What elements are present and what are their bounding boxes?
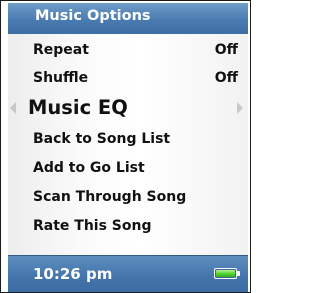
menu-item-label: Rate This Song — [33, 218, 152, 234]
menu-item-repeat[interactable]: Repeat Off — [8, 36, 248, 64]
menu-item-label: Scan Through Song — [33, 189, 187, 205]
menu-item-rate-this-song[interactable]: Rate This Song — [8, 212, 248, 240]
menu-item-label: Add to Go List — [33, 160, 145, 176]
device-frame: Music Options Repeat Off Shuffle Off Mus… — [0, 0, 251, 293]
menu-item-label: Back to Song List — [33, 131, 171, 147]
page-title: Music Options — [35, 8, 151, 24]
menu-item-add-to-go-list[interactable]: Add to Go List — [8, 154, 248, 182]
menu-item-back-to-song-list[interactable]: Back to Song List — [8, 125, 248, 153]
menu-item-shuffle[interactable]: Shuffle Off — [8, 64, 248, 92]
menu-item-label: Shuffle — [33, 70, 89, 86]
battery-tip — [237, 271, 240, 276]
options-menu: Repeat Off Shuffle Off Music EQ Back to … — [8, 34, 248, 255]
title-bar: Music Options — [8, 3, 248, 35]
left-arrow-icon — [10, 102, 16, 114]
menu-item-label: Repeat — [33, 42, 89, 58]
menu-item-value: Off — [214, 70, 238, 86]
menu-item-value: Off — [214, 42, 238, 58]
menu-item-scan-through-song[interactable]: Scan Through Song — [8, 183, 248, 211]
right-arrow-icon — [237, 102, 243, 114]
status-bar: 10:26 pm — [8, 255, 248, 292]
battery-icon — [214, 268, 240, 279]
menu-item-music-eq[interactable]: Music EQ — [8, 92, 248, 124]
menu-item-label: Music EQ — [28, 96, 128, 119]
device-screen: Music Options Repeat Off Shuffle Off Mus… — [3, 3, 248, 292]
battery-level — [216, 270, 235, 277]
clock: 10:26 pm — [33, 265, 113, 283]
